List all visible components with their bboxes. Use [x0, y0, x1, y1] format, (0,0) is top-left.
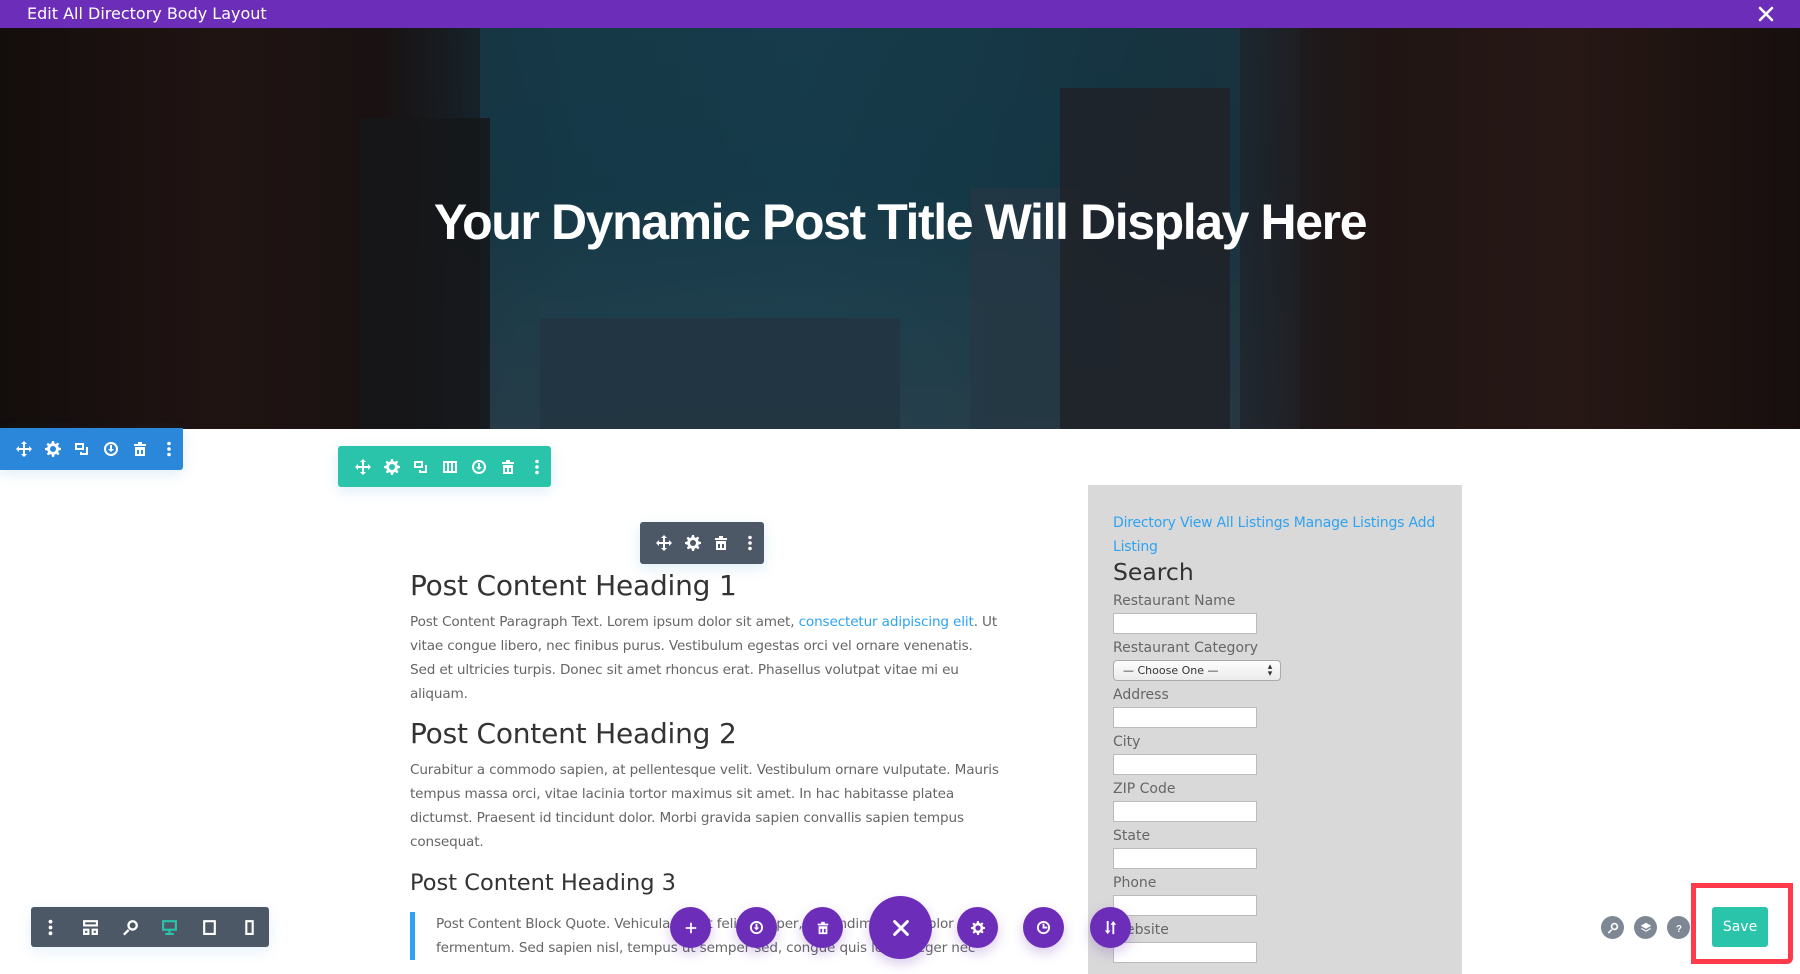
duplicate-icon[interactable]	[406, 446, 435, 487]
svg-text:?: ?	[1676, 923, 1682, 933]
trash-icon[interactable]	[493, 446, 522, 487]
save-button[interactable]: Save	[1712, 907, 1768, 947]
content-paragraph-1: Post Content Paragraph Text. Lorem ipsum…	[410, 610, 1000, 706]
save-to-library-button[interactable]	[736, 907, 777, 948]
restaurant-category-label: Restaurant Category	[1113, 640, 1259, 656]
trash-icon	[817, 921, 828, 934]
restaurant-name-input[interactable]	[1113, 613, 1257, 634]
save-to-library-icon[interactable]	[96, 428, 125, 470]
link-directory[interactable]: Directory	[1113, 515, 1176, 531]
tablet-icon[interactable]	[190, 907, 230, 947]
help-button[interactable]: ?	[1667, 916, 1690, 939]
layers-button[interactable]	[1634, 916, 1657, 939]
wireframe-icon[interactable]	[71, 907, 111, 947]
history-button[interactable]	[1023, 907, 1064, 948]
paragraph-text: Post Content Paragraph Text. Lorem ipsum…	[410, 614, 799, 630]
portability-button[interactable]	[1090, 907, 1131, 948]
add-icon	[685, 922, 696, 933]
website-label: Website	[1113, 922, 1169, 938]
gear-icon[interactable]	[679, 522, 708, 564]
view-mode-bar	[31, 907, 269, 947]
window-title-bar: Edit All Directory Body Layout	[0, 0, 1800, 28]
move-icon[interactable]	[10, 428, 39, 470]
history-icon	[1036, 920, 1051, 935]
close-icon	[892, 919, 909, 936]
move-icon[interactable]	[348, 446, 377, 487]
content-heading-1: Post Content Heading 1	[410, 569, 737, 602]
link-view-all-listings[interactable]: View All Listings	[1180, 515, 1290, 531]
gear-icon[interactable]	[39, 428, 68, 470]
window-title: Edit All Directory Body Layout	[27, 4, 267, 23]
more-icon[interactable]	[522, 446, 551, 487]
section-toolbar	[0, 428, 183, 470]
link-manage-listings[interactable]: Manage Listings	[1294, 515, 1405, 531]
content-paragraph-2: Curabitur a commodo sapien, at pellentes…	[410, 762, 999, 850]
phone-label: Phone	[1113, 875, 1157, 891]
content-heading-3: Post Content Heading 3	[410, 870, 676, 896]
save-to-library-icon	[749, 920, 764, 935]
row-toolbar	[338, 446, 551, 487]
search-heading: Search	[1113, 558, 1194, 586]
city-label: City	[1113, 734, 1141, 750]
state-input[interactable]	[1113, 848, 1257, 869]
address-input[interactable]	[1113, 707, 1257, 728]
move-icon[interactable]	[650, 522, 679, 564]
select-value: — Choose One —	[1123, 664, 1219, 677]
zip-label: ZIP Code	[1113, 781, 1176, 797]
select-arrows-icon: ▴▾	[1265, 662, 1275, 676]
close-icon[interactable]	[1754, 2, 1778, 26]
city-input[interactable]	[1113, 754, 1257, 775]
restaurant-name-label: Restaurant Name	[1113, 593, 1236, 609]
restaurant-category-select[interactable]: — Choose One — ▴▾	[1113, 660, 1281, 681]
gear-icon[interactable]	[377, 446, 406, 487]
help-icon: ?	[1676, 923, 1682, 933]
more-icon[interactable]	[736, 522, 765, 564]
paragraph-link[interactable]: consectetur adipiscing elit	[799, 614, 974, 630]
directory-sidebar: Directory View All Listings Manage Listi…	[1088, 485, 1462, 974]
module-toolbar	[640, 522, 764, 564]
desktop-icon[interactable]	[150, 907, 190, 947]
address-label: Address	[1113, 687, 1169, 703]
zoom-icon[interactable]	[110, 907, 150, 947]
layers-icon	[1640, 922, 1651, 932]
phone-icon[interactable]	[229, 907, 269, 947]
page-settings-button[interactable]	[957, 907, 998, 948]
website-input[interactable]	[1113, 942, 1257, 963]
state-label: State	[1113, 828, 1151, 844]
more-icon[interactable]	[154, 428, 183, 470]
gear-icon	[970, 920, 985, 935]
add-button[interactable]	[670, 907, 711, 948]
columns-icon[interactable]	[435, 446, 464, 487]
directory-nav: Directory View All Listings Manage Listi…	[1113, 511, 1437, 559]
search-icon	[1607, 922, 1618, 934]
portability-icon	[1104, 920, 1117, 935]
duplicate-icon[interactable]	[68, 428, 97, 470]
more-icon[interactable]	[31, 907, 71, 947]
phone-input[interactable]	[1113, 895, 1257, 916]
search-button[interactable]	[1601, 916, 1624, 939]
hero-section: Your Dynamic Post Title Will Display Her…	[0, 28, 1800, 429]
content-heading-2: Post Content Heading 2	[410, 717, 737, 750]
post-title[interactable]: Your Dynamic Post Title Will Display Her…	[0, 192, 1800, 252]
save-to-library-icon[interactable]	[464, 446, 493, 487]
close-settings-button[interactable]	[869, 896, 932, 959]
zip-input[interactable]	[1113, 801, 1257, 822]
trash-icon[interactable]	[707, 522, 736, 564]
trash-icon[interactable]	[125, 428, 154, 470]
clear-layout-button[interactable]	[802, 907, 843, 948]
